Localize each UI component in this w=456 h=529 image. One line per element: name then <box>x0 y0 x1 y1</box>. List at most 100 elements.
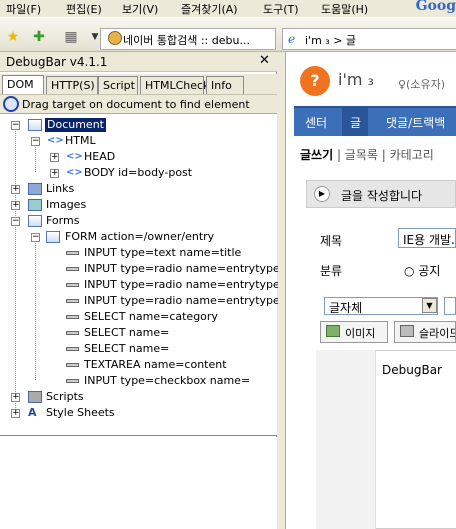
expand-icon[interactable]: + <box>50 153 59 162</box>
tree-node-field[interactable]: SELECT name= <box>0 326 277 342</box>
chevron-down-icon[interactable]: ▼ <box>422 298 437 313</box>
editor-content-text[interactable]: DebugBar <box>382 363 442 377</box>
menu-help[interactable]: 도움말(H) <box>321 1 368 17</box>
tree-label: Document <box>45 118 106 132</box>
tab-http[interactable]: HTTP(S) <box>46 76 98 94</box>
expand-icon[interactable]: + <box>11 393 20 402</box>
menu-view[interactable]: 보기(V) <box>122 1 158 17</box>
nav-center[interactable]: 센터 <box>305 114 327 131</box>
image-icon <box>326 325 340 337</box>
tree-node-links[interactable]: + Links <box>0 182 277 198</box>
forms-icon <box>28 215 42 227</box>
tree-node-field[interactable]: INPUT type=radio name=entrytype <box>0 278 280 294</box>
crosshair-target-icon[interactable] <box>3 96 19 112</box>
collapse-icon[interactable]: − <box>11 121 20 130</box>
size-select[interactable] <box>444 297 456 315</box>
input-icon <box>66 347 79 351</box>
dom-tree: − Document − <> HTML + <> HEAD + <> BODY… <box>0 114 280 436</box>
tree-label: INPUT type=text name=title <box>84 246 242 259</box>
menu-edit[interactable]: 편집(E) <box>66 1 102 17</box>
browser-tab-im[interactable]: i'm ₃ > 글 <box>282 28 456 50</box>
nav-comments[interactable]: 댓글/트랙백 <box>386 114 445 131</box>
tree-node-scripts[interactable]: + Scripts <box>0 390 277 406</box>
title-input[interactable]: IE용 개발... <box>398 228 456 248</box>
menu-tools[interactable]: 도구(T) <box>263 1 299 17</box>
tree-label: INPUT type=radio name=entrytype <box>84 294 280 307</box>
expand-icon[interactable]: + <box>11 409 20 418</box>
debugbar-details-pane <box>0 437 277 529</box>
input-icon <box>66 283 79 287</box>
tree-label: Style Sheets <box>46 406 115 419</box>
tree-node-form[interactable]: − FORM action=/owner/entry <box>0 230 277 246</box>
tree-node-document[interactable]: − Document <box>0 118 277 134</box>
menu-file[interactable]: 파일(F) <box>6 1 41 17</box>
stylesheet-icon: A <box>28 406 37 419</box>
drag-target-bar[interactable]: Drag target on document to find element <box>0 94 277 114</box>
close-icon[interactable]: ✕ <box>259 53 270 68</box>
nav-posts[interactable]: 글 <box>350 114 361 131</box>
subnav-links[interactable]: | 글목록 | 카테고리 <box>333 148 434 162</box>
tree-node-images[interactable]: + Images <box>0 198 277 214</box>
tag-icon: <> <box>47 135 64 146</box>
tree-label: SELECT name=category <box>84 310 218 323</box>
notice-radio[interactable]: ○ 공지 <box>404 262 440 279</box>
tree-label: HEAD <box>84 150 116 163</box>
tree-node-field[interactable]: INPUT type=radio name=entrytype <box>0 262 280 278</box>
scripts-icon <box>28 391 42 403</box>
tree-node-field[interactable]: INPUT type=checkbox name= <box>0 374 277 390</box>
images-icon <box>28 199 42 211</box>
tab-info[interactable]: Info <box>206 76 244 94</box>
tab-script[interactable]: Script <box>98 76 138 94</box>
add-favorite-icon[interactable]: ✚ <box>30 28 48 46</box>
tree-node-stylesheets[interactable]: + A Style Sheets <box>0 406 277 422</box>
favorites-star-icon[interactable]: ★ <box>4 28 22 46</box>
tree-label: SELECT name= <box>84 342 170 355</box>
tree-node-field[interactable]: SELECT name=category <box>0 310 277 326</box>
im-logo-text: i'm ₃ <box>338 70 374 89</box>
category-label: 분류 <box>320 264 343 278</box>
tab-htmlcheck[interactable]: HTMLCheck <box>140 76 209 94</box>
im-logo-icon[interactable]: ? <box>300 66 330 96</box>
tab-grid-icon[interactable]: ▦ <box>62 28 80 46</box>
editor-gutter <box>316 350 376 529</box>
expand-icon[interactable]: + <box>50 169 59 178</box>
ie-favicon-icon: ℯ <box>288 32 296 46</box>
tree-node-field[interactable]: INPUT type=radio name=entrytype <box>0 294 280 310</box>
tree-node-field[interactable]: INPUT type=text name=title <box>0 246 277 262</box>
naver-favicon-icon <box>108 31 122 45</box>
expand-icon[interactable]: + <box>11 201 20 210</box>
menu-favorites[interactable]: 즐겨찾기(A) <box>181 1 238 17</box>
links-icon <box>28 183 42 195</box>
browser-tab-naver[interactable]: 네이버 통합검색 :: debu... <box>100 28 276 50</box>
document-icon <box>28 119 42 131</box>
page-frame-edge <box>278 52 286 529</box>
tag-icon: <> <box>66 167 83 178</box>
input-icon <box>66 251 79 255</box>
collapse-icon[interactable]: − <box>31 137 40 146</box>
tree-node-body[interactable]: + <> BODY id=body-post <box>0 166 277 182</box>
tree-label: TEXTAREA name=content <box>84 358 227 371</box>
input-icon <box>66 315 79 319</box>
debugbar-title: DebugBar v4.1.1 <box>0 52 277 72</box>
tree-label: Forms <box>46 214 80 227</box>
google-logo: Goog <box>415 0 456 14</box>
tree-node-html[interactable]: − <> HTML <box>0 134 277 150</box>
subnav-write[interactable]: 글쓰기 <box>300 148 333 162</box>
input-icon <box>66 299 79 303</box>
tab-dom[interactable]: DOM <box>2 75 44 94</box>
tree-node-forms[interactable]: − Forms <box>0 214 277 230</box>
tree-label: INPUT type=radio name=entrytype <box>84 278 280 291</box>
tree-label: Scripts <box>46 390 84 403</box>
owner-label[interactable]: ♀(소유자) <box>398 76 445 92</box>
tree-node-field[interactable]: TEXTAREA name=content <box>0 358 277 374</box>
collapse-icon[interactable]: − <box>31 233 40 242</box>
form-icon <box>46 231 60 243</box>
expand-icon[interactable]: + <box>11 185 20 194</box>
tree-label: BODY id=body-post <box>84 166 193 179</box>
input-icon <box>66 267 79 271</box>
collapse-icon[interactable]: − <box>11 217 20 226</box>
tree-node-head[interactable]: + <> HEAD <box>0 150 277 166</box>
tree-node-field[interactable]: SELECT name= <box>0 342 277 358</box>
font-select[interactable]: 글자체 <box>324 297 438 315</box>
input-icon <box>66 331 79 335</box>
